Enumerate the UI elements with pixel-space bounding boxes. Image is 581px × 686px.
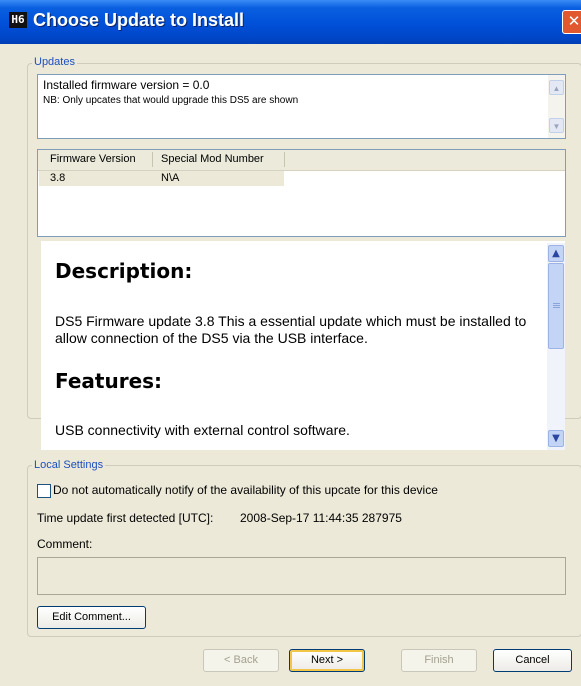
description-panel: Description: DS5 Firmware update 3.8 Thi…	[41, 241, 565, 450]
info-scrollbar[interactable]: ▲ ▼	[548, 75, 565, 138]
back-button[interactable]: < Back	[203, 649, 279, 672]
scroll-up-arrow-icon[interactable]: ▲	[549, 80, 564, 95]
column-header-special-mod-number[interactable]: Special Mod Number	[161, 153, 264, 165]
description-scrollbar[interactable]: ▲ ▼	[547, 243, 565, 450]
features-text: USB connectivity with external control s…	[55, 422, 350, 438]
dialog-window: H6 Choose Update to Install ✕ Updates In…	[0, 0, 581, 686]
time-detected-label: Time update first detected [UTC]:	[37, 511, 214, 525]
description-heading: Description:	[55, 259, 193, 283]
features-heading: Features:	[55, 369, 163, 393]
installed-firmware-text: Installed firmware version = 0.0	[43, 78, 210, 92]
comment-field	[37, 557, 566, 595]
edit-comment-button[interactable]: Edit Comment...	[37, 606, 146, 629]
next-button[interactable]: Next >	[289, 649, 365, 672]
scroll-up-arrow-icon[interactable]: ▲	[548, 245, 564, 262]
firmware-table: Firmware Version Special Mod Number 3.8 …	[37, 149, 566, 237]
description-text: DS5 Firmware update 3.8 This a essential…	[55, 313, 527, 346]
grip-line	[553, 307, 560, 308]
firmware-info-box: Installed firmware version = 0.0 NB: Onl…	[37, 74, 566, 139]
cancel-button[interactable]: Cancel	[493, 649, 572, 672]
upgrade-note-text: NB: Only upcates that would upgrade this…	[43, 95, 299, 106]
title-bar[interactable]: H6 Choose Update to Install ✕	[0, 0, 581, 44]
scroll-down-arrow-icon[interactable]: ▼	[548, 430, 564, 447]
table-cell-special-mod-number: N\A	[161, 172, 180, 184]
column-separator[interactable]	[284, 152, 285, 167]
updates-group-label: Updates	[32, 56, 77, 68]
local-settings-group-label: Local Settings	[32, 459, 106, 471]
comment-label: Comment:	[37, 537, 93, 551]
close-icon[interactable]: ✕	[562, 10, 581, 34]
notify-checkbox-label[interactable]: Do not automatically notify of the avail…	[53, 483, 438, 497]
column-header-firmware-version[interactable]: Firmware Version	[50, 153, 136, 165]
time-detected-value: 2008-Sep-17 11:44:35 287975	[240, 511, 402, 525]
notify-checkbox[interactable]	[37, 484, 51, 498]
table-cell-firmware-version: 3.8	[50, 172, 66, 184]
window-title: Choose Update to Install	[33, 10, 245, 30]
table-header: Firmware Version Special Mod Number	[38, 150, 565, 171]
finish-button[interactable]: Finish	[401, 649, 477, 672]
scrollbar-thumb[interactable]	[548, 263, 564, 349]
app-logo-icon: H6	[9, 12, 27, 28]
scroll-down-arrow-icon[interactable]: ▼	[549, 118, 564, 133]
grip-line	[553, 305, 560, 306]
grip-line	[553, 303, 560, 304]
column-separator[interactable]	[152, 152, 153, 167]
